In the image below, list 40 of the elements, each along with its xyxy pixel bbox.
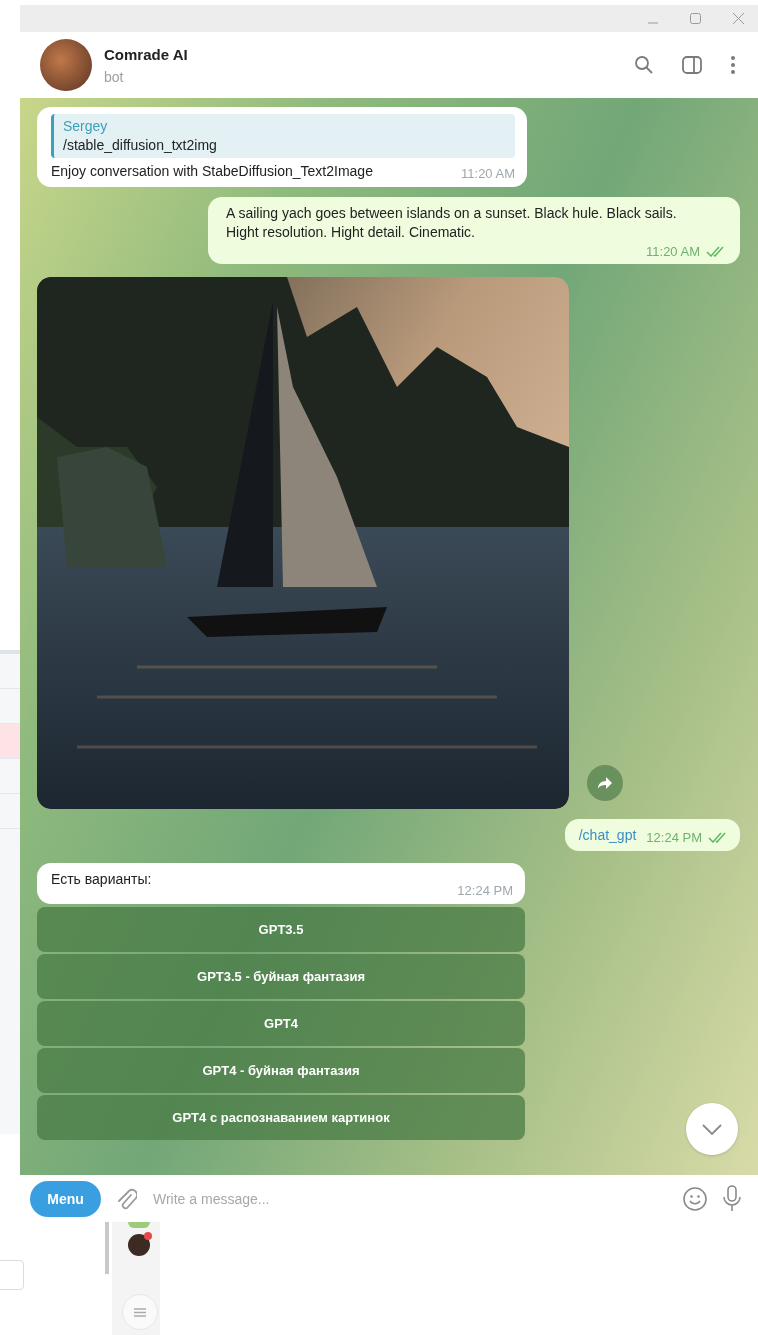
notification-dot — [144, 1232, 152, 1240]
search-icon[interactable] — [634, 55, 654, 75]
message-time: 12:24 PM — [646, 829, 702, 847]
message-time: 11:20 AM — [461, 165, 515, 183]
emoji-icon[interactable] — [682, 1185, 708, 1212]
microphone-icon[interactable] — [722, 1184, 742, 1213]
keyboard-button[interactable]: GPT4 - буйная фантазия — [37, 1048, 525, 1093]
menu-icon — [134, 1307, 146, 1317]
keyboard-button[interactable]: GPT4 — [37, 1001, 525, 1046]
message-text: Есть варианты: — [51, 870, 152, 889]
scroll-down-button[interactable] — [686, 1103, 738, 1155]
chat-name[interactable]: Comrade AI — [104, 45, 188, 63]
menu-button[interactable] — [122, 1294, 158, 1330]
reply-text: /stable_diffusion_txt2img — [63, 136, 218, 155]
maximize-icon[interactable] — [690, 13, 701, 24]
keyboard-button[interactable]: GPT3.5 — [37, 907, 525, 952]
keyboard-button[interactable]: GPT4 с распознаванием картинок — [37, 1095, 525, 1140]
message-time: 12:24 PM — [457, 882, 513, 900]
close-icon[interactable] — [733, 13, 744, 24]
avatar[interactable] — [40, 39, 92, 91]
reply-author: Sergey — [63, 117, 109, 136]
scrollbar — [105, 1222, 109, 1274]
share-arrow-icon — [597, 776, 613, 790]
sidebar-toggle-icon[interactable] — [682, 56, 702, 74]
message-text: A sailing yach goes between islands on a sunset. Black hule. Black sails. Hight resolution. Hight detail. Cinematic. — [226, 204, 678, 242]
chat-status: bot — [104, 68, 125, 85]
more-options-icon[interactable] — [730, 55, 736, 75]
avatar[interactable] — [128, 1234, 150, 1256]
message-text: Enjoy conversation with StabeDiffusion_Text2Image — [51, 162, 373, 181]
menu-button[interactable]: Menu — [30, 1180, 101, 1217]
message-input[interactable]: Write a message... — [151, 1189, 668, 1208]
reply-quote[interactable]: Sergey /stable_diffusion_txt2img — [51, 114, 515, 158]
message-time: 11:20 AM — [646, 243, 700, 261]
keyboard-button[interactable]: GPT3.5 - буйная фантазия — [37, 954, 525, 999]
share-button[interactable] — [587, 765, 623, 801]
paperclip-icon[interactable] — [115, 1186, 137, 1211]
chevron-down-icon — [702, 1123, 722, 1135]
background-input-field — [0, 1260, 24, 1290]
command-link[interactable]: /chat_gpt — [578, 826, 637, 845]
photo-placeholder[interactable] — [37, 277, 569, 809]
